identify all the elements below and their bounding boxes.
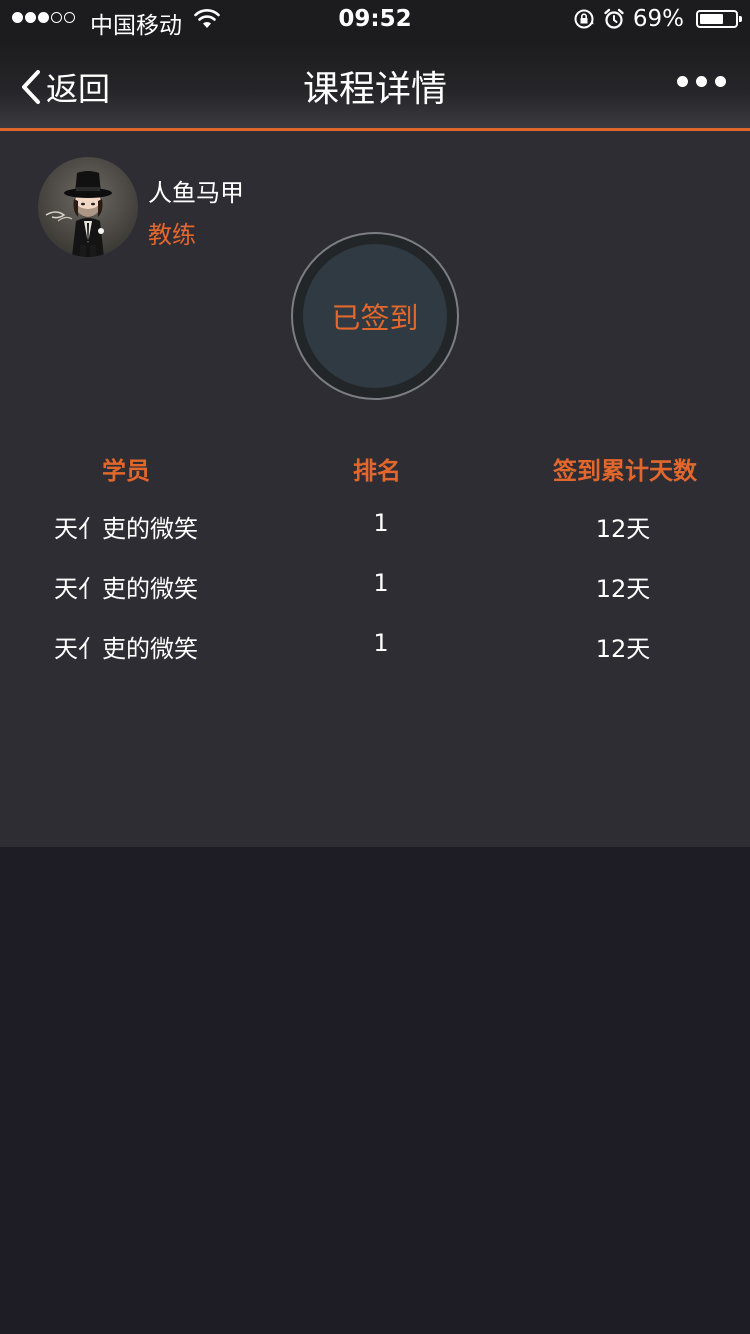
battery-icon [696,10,742,28]
status-right-group: 69% [573,6,742,32]
orientation-lock-icon [574,9,594,29]
status-bar: 中国移动 09:52 69% [0,0,750,40]
navigation-bar: 返回 课程详情 [0,40,750,131]
course-detail-panel: 人鱼马甲 教练 已签到 学员 排名 签到累计天数 天亻吏的微笑 1 12天 天亻… [0,131,750,847]
column-header-rank: 排名 [353,457,401,485]
student-name-cell: 天亻吏的微笑 [54,635,198,663]
more-dot [696,76,707,87]
coach-role-label: 教练 [148,221,196,249]
rank-cell: 1 [373,509,389,537]
coach-avatar[interactable] [38,157,138,257]
checkin-button-face: 已签到 [303,244,447,388]
total-days-cell: 12天 [595,635,651,663]
column-header-student: 学员 [102,457,150,485]
more-dots-icon[interactable] [677,76,726,87]
table-row: 天亻吏的微笑 1 12天 [0,629,750,663]
page-title: 课程详情 [302,69,447,110]
more-dot [677,76,688,87]
ranking-table-header: 学员 排名 签到累计天数 [0,451,750,485]
rank-cell: 1 [373,629,389,657]
battery-percent: 69% [632,6,684,32]
table-row: 天亻吏的微笑 1 12天 [0,509,750,543]
total-days-cell: 12天 [595,575,651,603]
checkin-button[interactable]: 已签到 [291,232,459,400]
more-dot [715,76,726,87]
cartoon-avatar-icon [45,171,112,257]
student-name-cell: 天亻吏的微笑 [54,515,198,543]
student-name-cell: 天亻吏的微笑 [54,575,198,603]
rank-cell: 1 [373,569,389,597]
battery-level-fill [700,14,723,24]
table-row: 天亻吏的微笑 1 12天 [0,569,750,603]
coach-name: 人鱼马甲 [148,179,244,207]
alarm-icon [604,8,624,29]
checkin-label: 已签到 [331,301,419,335]
column-header-total-days: 签到累计天数 [553,457,697,485]
total-days-cell: 12天 [595,515,651,543]
